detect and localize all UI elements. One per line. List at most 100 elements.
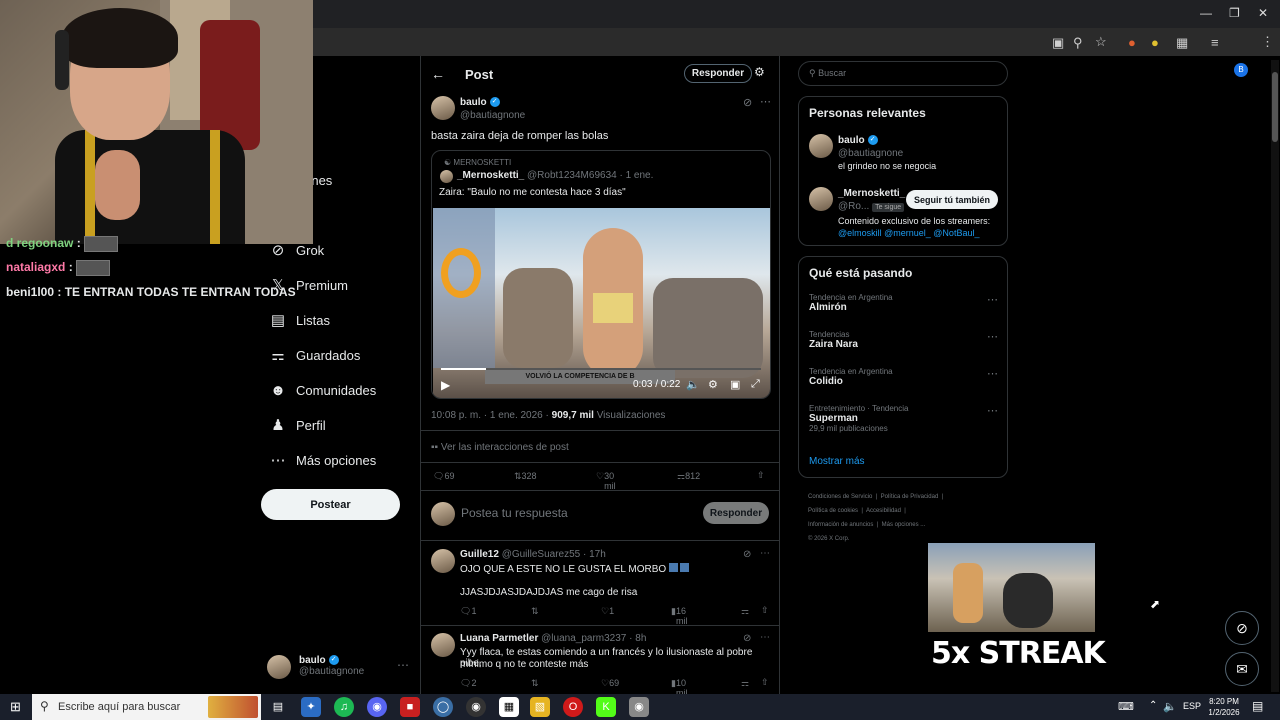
person-entry[interactable]: _Mernosketti_ @Ro... Te sigue — [838, 187, 905, 214]
file-explorer-icon[interactable]: ▧ — [530, 697, 550, 717]
post-button[interactable]: Postear — [261, 489, 400, 520]
share-icon[interactable]: ⇧ — [761, 605, 769, 616]
reply-header-button[interactable]: Responder — [684, 64, 752, 83]
cast-icon[interactable]: ▣ — [1052, 35, 1064, 51]
reply-action[interactable]: 🗨 69 — [433, 471, 454, 482]
search-input[interactable]: ⚲ Buscar — [798, 61, 1008, 86]
footer-link[interactable]: Accesibilidad — [866, 508, 901, 514]
nav-profile[interactable]: ♟ Perfil — [268, 413, 325, 437]
footer-link[interactable]: Más opciones ... — [882, 522, 926, 528]
task-view-icon[interactable]: ▤ — [268, 697, 288, 717]
windows-start-icon[interactable]: ⊞ — [10, 699, 21, 715]
grok-icon[interactable]: ⊘ — [743, 633, 751, 644]
like-action[interactable]: ♡ 30 mil — [596, 471, 616, 491]
taskbar-search[interactable]: ⚲ Escribe aquí para buscar — [32, 694, 261, 720]
scrollbar-thumb[interactable] — [1272, 72, 1278, 142]
more-icon[interactable]: ⋯ — [987, 330, 998, 343]
reply-author[interactable]: Guille12 — [460, 549, 499, 560]
trend-item[interactable]: Tendencia en Argentina Almirón — [809, 293, 893, 313]
copilot-icon[interactable]: ✦ — [301, 697, 321, 717]
trend-item[interactable]: Entretenimiento · Tendencia Superman 29,… — [809, 404, 908, 433]
share-icon[interactable]: ⇧ — [761, 677, 769, 688]
nav-more[interactable]: ⋯ Más opciones — [268, 448, 377, 472]
avatar[interactable] — [809, 134, 833, 158]
video-player[interactable]: VOLVIÓ LA COMPETENCIA DE B ▶ 0:03 / 0:22… — [433, 208, 770, 398]
opera-icon[interactable]: O — [563, 697, 583, 717]
more-icon[interactable]: ⋯ — [760, 95, 771, 108]
avatar[interactable] — [431, 633, 455, 657]
nav-communities[interactable]: ☻ Comunidades — [268, 378, 376, 402]
grok-icon[interactable]: ⊘ — [743, 549, 751, 560]
reply-submit-button[interactable]: Responder — [703, 502, 769, 524]
like-action[interactable]: ♡ 1 — [601, 606, 614, 617]
keyboard-icon[interactable]: ⌨ — [1118, 700, 1134, 713]
views-action[interactable]: ▮ 16 mil — [671, 606, 687, 626]
more-icon[interactable]: ⋯ — [987, 293, 998, 306]
share-icon[interactable]: ⇧ — [757, 470, 765, 481]
settings-icon[interactable]: ⚙ — [708, 378, 718, 391]
bio-mentions[interactable]: @elmoskill @mernuel_ @NotBaul_ — [838, 228, 979, 238]
repost-action[interactable]: ⇅ — [531, 606, 539, 617]
play-icon[interactable]: ▶ — [441, 378, 450, 392]
volume-icon[interactable]: 🔈 — [1163, 700, 1177, 713]
scrollbar[interactable] — [1271, 60, 1279, 692]
more-icon[interactable]: ⋯ — [987, 404, 998, 417]
bookmark-action[interactable]: ⚎ 812 — [677, 471, 700, 482]
minimize-icon[interactable]: — — [1200, 6, 1212, 20]
star-icon[interactable]: ☆ — [1095, 34, 1107, 50]
footer-link[interactable]: Política de cookies — [808, 508, 858, 514]
menu-icon[interactable]: ⋮ — [1261, 34, 1274, 50]
views-action[interactable]: ▮ 10 mil — [671, 678, 687, 698]
language-indicator[interactable]: ESP — [1183, 701, 1201, 711]
interactions-link[interactable]: ▪▪ Ver las interacciones de post — [431, 442, 569, 453]
trend-item[interactable]: Tendencia en Argentina Colidio — [809, 367, 893, 387]
footer-link[interactable]: Condiciones de Servicio — [808, 494, 872, 500]
post-author[interactable]: baulo ✓ @bautiagnone — [460, 96, 525, 122]
more-icon[interactable]: ⋯ — [987, 367, 998, 380]
puzzle-icon[interactable]: ▦ — [1176, 35, 1188, 51]
nav-bookmarks[interactable]: ⚎ Guardados — [268, 343, 360, 367]
chevron-up-icon[interactable]: ⌃ — [1149, 700, 1157, 711]
filter-icon[interactable]: ⚙ — [754, 65, 765, 79]
close-icon[interactable]: ✕ — [1258, 6, 1268, 20]
footer-link[interactable]: Política de Privacidad — [881, 494, 939, 500]
extension-icon[interactable]: ● — [1128, 35, 1136, 50]
nav-lists[interactable]: ▤ Listas — [268, 308, 330, 332]
back-arrow-icon[interactable]: ← — [431, 66, 445, 82]
avatar[interactable] — [267, 655, 291, 679]
reply-author[interactable]: Luana Parmetler — [460, 633, 538, 644]
more-icon[interactable]: ⋯ — [760, 548, 770, 559]
repost-action[interactable]: ⇅ — [531, 678, 539, 689]
footer-link[interactable]: Información de anuncios — [808, 522, 873, 528]
kick-icon[interactable]: K — [596, 697, 616, 717]
avatar[interactable] — [431, 549, 455, 573]
reply-action[interactable]: 🗨 2 — [460, 678, 476, 689]
show-more-link[interactable]: Mostrar más — [809, 456, 865, 467]
app-icon[interactable]: ◉ — [629, 697, 649, 717]
app-icon[interactable]: ■ — [400, 697, 420, 717]
system-clock[interactable]: 8:20 PM 1/2/2026 — [1205, 696, 1243, 718]
account-switcher[interactable]: baulo ✓ @bautiagnone — [299, 655, 364, 677]
bookmark-icon[interactable]: ⚎ — [741, 606, 749, 617]
bookmark-icon[interactable]: ⚎ — [741, 678, 749, 689]
avatar[interactable] — [431, 96, 455, 120]
app-icon[interactable]: ▦ — [499, 697, 519, 717]
follow-button[interactable]: Seguir tú también — [906, 190, 998, 209]
volume-icon[interactable]: 🔈 — [686, 378, 700, 391]
reply-action[interactable]: 🗨 1 — [460, 606, 476, 617]
reading-list-icon[interactable]: ≡ — [1211, 35, 1219, 50]
profile-avatar[interactable]: B — [1234, 63, 1248, 77]
restore-icon[interactable]: ❐ — [1229, 6, 1240, 20]
person-entry[interactable]: baulo ✓ @bautiagnone el grindeo no se neg… — [838, 134, 936, 173]
repost-action[interactable]: ⇅ 328 — [514, 471, 537, 482]
messages-floating-button[interactable]: ✉ — [1225, 652, 1259, 686]
video-progress[interactable] — [441, 368, 761, 370]
pip-icon[interactable]: ▣ — [730, 378, 740, 391]
discord-icon[interactable]: ◉ — [367, 697, 387, 717]
grok-floating-button[interactable]: ⊘ — [1225, 611, 1259, 645]
fullscreen-icon[interactable]: ⤢ — [751, 378, 760, 391]
zoom-icon[interactable]: ⚲ — [1073, 35, 1083, 51]
trend-item[interactable]: Tendencias Zaira Nara — [809, 330, 858, 350]
chrome-icon[interactable]: ◯ — [433, 697, 453, 717]
avatar[interactable] — [809, 187, 833, 211]
